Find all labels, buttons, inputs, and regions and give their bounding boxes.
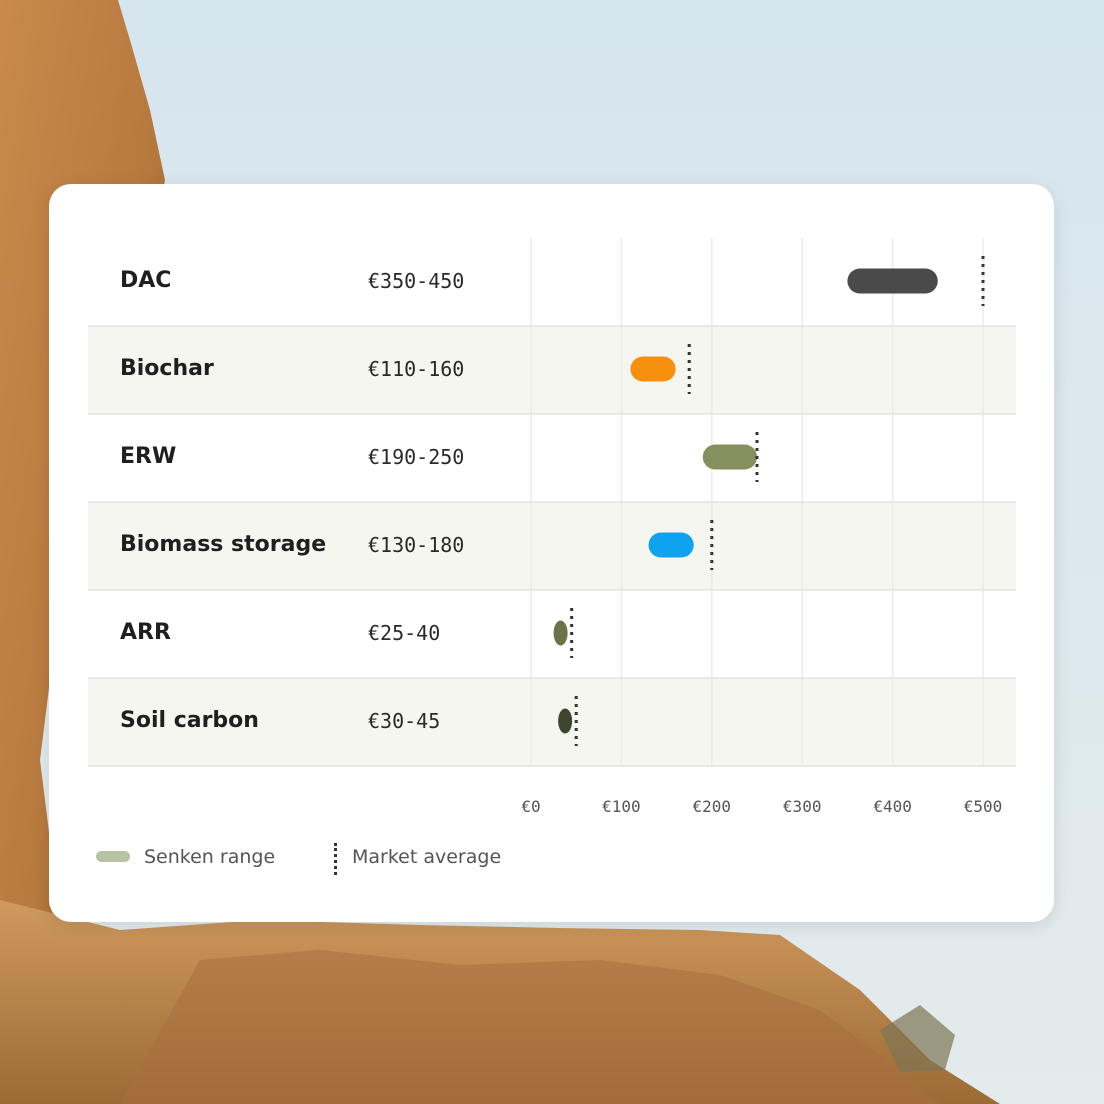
range-bar <box>702 444 757 470</box>
x-tick-label: €200 <box>692 797 732 816</box>
row-background <box>88 326 1016 414</box>
range-bar <box>648 532 694 558</box>
row-background <box>88 590 1016 678</box>
x-tick-label: €300 <box>782 797 822 816</box>
legend-market-average-marker <box>334 843 337 875</box>
range-bar <box>630 356 676 382</box>
row-range-value: €130-180 <box>368 533 465 557</box>
range-bar <box>847 268 938 294</box>
legend-range-swatch <box>96 851 130 862</box>
x-tick-label: €400 <box>873 797 912 816</box>
row-label: Biochar <box>120 356 214 381</box>
x-tick-label: €100 <box>602 797 641 816</box>
row-label: DAC <box>120 268 172 293</box>
row-range-value: €190-250 <box>368 445 465 469</box>
row-label: ERW <box>120 444 177 469</box>
row-label: ARR <box>120 620 171 645</box>
x-tick-label: €500 <box>963 797 1003 816</box>
row-range-value: €30-45 <box>368 709 441 733</box>
row-background <box>88 414 1016 502</box>
range-bar <box>558 708 573 734</box>
row-label: Biomass storage <box>120 532 327 557</box>
legend-range-label: Senken range <box>144 846 276 868</box>
row-range-value: €350-450 <box>368 269 465 293</box>
row-label: Soil carbon <box>120 708 259 733</box>
row-range-value: €110-160 <box>368 357 465 381</box>
legend-market-average-label: Market average <box>352 846 502 868</box>
range-bar <box>553 620 568 646</box>
x-tick-label: €0 <box>521 797 541 816</box>
row-range-value: €25-40 <box>368 621 441 645</box>
